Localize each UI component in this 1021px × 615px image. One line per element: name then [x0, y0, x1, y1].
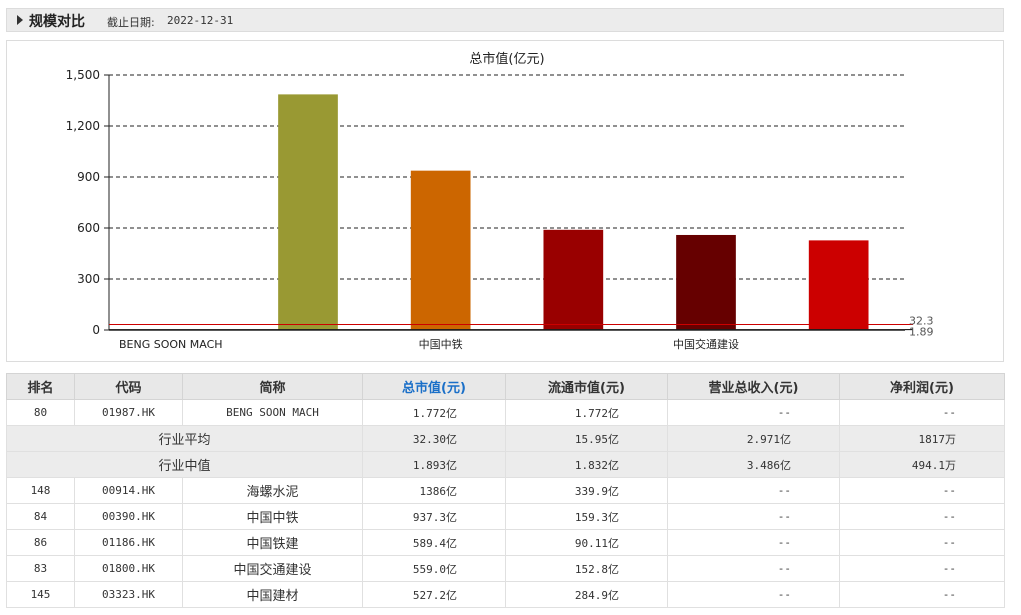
cell-name: 中国交通建设 [182, 555, 363, 582]
table-row: 84 00390.HK 中国中铁 937.3亿 159.3亿 -- -- [6, 503, 1005, 530]
cell-revenue: -- [667, 503, 840, 530]
cell-profit: -- [839, 581, 1005, 608]
cell-profit: -- [839, 503, 1005, 530]
bar-4 [676, 234, 736, 330]
cell-code: 01800.HK [74, 555, 183, 582]
cell-float-cap: 284.9亿 [505, 581, 668, 608]
header-market-cap[interactable]: 总市值(元) [362, 373, 506, 400]
market-cap-chart: 总市值(亿元)03006009001,2001,50032.31.89BENG … [66, 51, 934, 351]
chart-container: 总市值(亿元) 0 300 600 900 1,200 1,500 32.3 1.89 BENG … [6, 40, 1004, 362]
cell-code: 00914.HK [74, 477, 183, 504]
cell-profit: 494.1万 [839, 451, 1005, 478]
cell-float-cap: 1.772亿 [505, 399, 668, 426]
header-float-cap[interactable]: 流通市值(元) [505, 373, 668, 400]
cell-profit: -- [839, 399, 1005, 426]
header-code[interactable]: 代码 [74, 373, 183, 400]
cell-name: 海螺水泥 [182, 477, 363, 504]
cell-name: 中国建材 [182, 581, 363, 608]
cell-median-label: 行业中值 [6, 451, 363, 478]
cell-market-cap: 32.30亿 [362, 425, 506, 452]
cell-name: BENG SOON MACH [182, 399, 363, 426]
cell-market-cap: 937.3亿 [362, 503, 506, 530]
table-row: 83 01800.HK 中国交通建设 559.0亿 152.8亿 -- -- [6, 555, 1005, 582]
y-tick-label: 300 [77, 272, 100, 286]
cell-rank: 145 [6, 581, 75, 608]
table-row-average: 行业平均 32.30亿 15.95亿 2.971亿 1817万 [6, 425, 1005, 452]
x-tick-label: 中国中铁 [419, 338, 463, 351]
cell-market-cap: 1.772亿 [362, 399, 506, 426]
bar-5 [808, 240, 869, 330]
y-tick-label: 1,200 [66, 119, 100, 133]
header-name[interactable]: 简称 [182, 373, 363, 400]
cell-market-cap: 1386亿 [362, 477, 506, 504]
y-tick-label: 600 [77, 221, 100, 235]
cell-name: 中国中铁 [182, 503, 363, 530]
cell-revenue: -- [667, 399, 840, 426]
cell-float-cap: 339.9亿 [505, 477, 668, 504]
cell-code: 00390.HK [74, 503, 183, 530]
header-profit[interactable]: 净利润(元) [839, 373, 1005, 400]
y-tick-label: 1,500 [66, 68, 100, 82]
cell-code: 01186.HK [74, 529, 183, 556]
cell-revenue: 3.486亿 [667, 451, 840, 478]
section-header: 规模对比 截止日期: 2022-12-31 [6, 8, 1004, 32]
bar-1 [278, 94, 338, 330]
header-revenue[interactable]: 营业总收入(元) [667, 373, 840, 400]
cell-rank: 86 [6, 529, 75, 556]
cell-code: 01987.HK [74, 399, 183, 426]
cell-market-cap: 1.893亿 [362, 451, 506, 478]
cell-revenue: 2.971亿 [667, 425, 840, 452]
date-value: 2022-12-31 [167, 14, 234, 27]
cell-float-cap: 159.3亿 [505, 503, 668, 530]
cell-market-cap: 559.0亿 [362, 555, 506, 582]
table-row-median: 行业中值 1.893亿 1.832亿 3.486亿 494.1万 [6, 451, 1005, 478]
x-tick-label: BENG SOON MACH [119, 338, 223, 351]
cell-market-cap: 589.4亿 [362, 529, 506, 556]
cell-rank: 83 [6, 555, 75, 582]
x-tick-label: 中国交通建设 [673, 337, 739, 351]
y-tick-label: 900 [77, 170, 100, 184]
cell-revenue: -- [667, 581, 840, 608]
cell-float-cap: 1.832亿 [505, 451, 668, 478]
cell-float-cap: 152.8亿 [505, 555, 668, 582]
cell-revenue: -- [667, 477, 840, 504]
cell-float-cap: 90.11亿 [505, 529, 668, 556]
cell-average-label: 行业平均 [6, 425, 363, 452]
table-row: 148 00914.HK 海螺水泥 1386亿 339.9亿 -- -- [6, 477, 1005, 504]
section-title: 规模对比 [29, 14, 85, 30]
cell-code: 03323.HK [74, 581, 183, 608]
y-tick-label: 0 [92, 323, 100, 337]
cell-profit: -- [839, 555, 1005, 582]
date-label: 截止日期: [107, 16, 155, 29]
expand-triangle-icon[interactable] [17, 15, 23, 25]
cell-profit: -- [839, 529, 1005, 556]
header-rank[interactable]: 排名 [6, 373, 75, 400]
cell-market-cap: 527.2亿 [362, 581, 506, 608]
cell-rank: 148 [6, 477, 75, 504]
cell-revenue: -- [667, 555, 840, 582]
cell-rank: 80 [6, 399, 75, 426]
table-header-row: 排名 代码 简称 总市值(元) 流通市值(元) 营业总收入(元) 净利润(元) [6, 373, 1005, 400]
cell-revenue: -- [667, 529, 840, 556]
cell-profit: 1817万 [839, 425, 1005, 452]
cell-rank: 84 [6, 503, 75, 530]
table-row: 145 03323.HK 中国建材 527.2亿 284.9亿 -- -- [6, 581, 1005, 608]
cell-profit: -- [839, 477, 1005, 504]
comparison-table: 排名 代码 简称 总市值(元) 流通市值(元) 营业总收入(元) 净利润(元) … [6, 373, 1005, 608]
bar-3 [543, 229, 604, 330]
table-row: 86 01186.HK 中国铁建 589.4亿 90.11亿 -- -- [6, 529, 1005, 556]
cell-float-cap: 15.95亿 [505, 425, 668, 452]
cell-name: 中国铁建 [182, 529, 363, 556]
reference-label: 1.89 [909, 326, 934, 339]
table-row-self: 80 01987.HK BENG SOON MACH 1.772亿 1.772亿… [6, 399, 1005, 426]
chart-title: 总市值(亿元) [469, 51, 544, 67]
bar-2 [410, 170, 471, 330]
